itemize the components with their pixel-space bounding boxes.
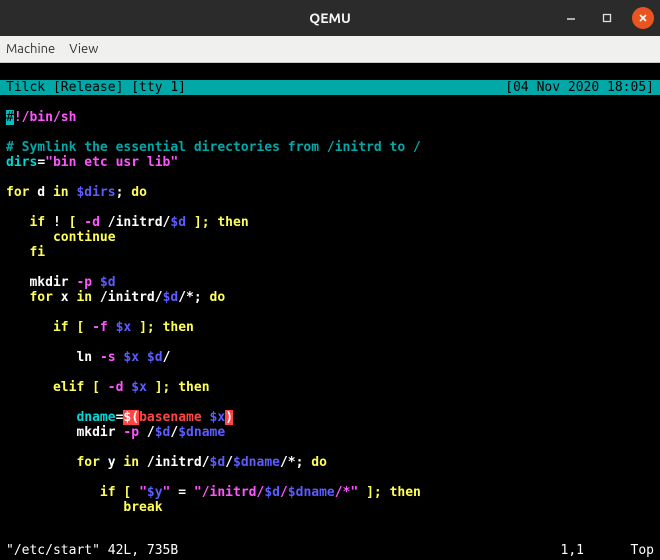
menu-view[interactable]: View (69, 42, 98, 56)
vim-statusbar: Tilck [Release] [tty 1] [04 Nov 2020 18:0… (0, 80, 660, 95)
terminal[interactable]: Tilck [Release] [tty 1] [04 Nov 2020 18:0… (0, 63, 660, 560)
status-left: Tilck [Release] [tty 1] (6, 80, 186, 95)
footer-file: "/etc/start" 42L, 735B (6, 543, 504, 558)
footer-scroll: Top (584, 543, 654, 558)
menu-machine[interactable]: Machine (6, 42, 55, 56)
footer-pos: 1,1 (504, 543, 584, 558)
menubar: Machine View (0, 36, 660, 63)
status-right: [04 Nov 2020 18:05] (505, 80, 654, 95)
window-controls (560, 7, 654, 29)
vim-footer: "/etc/start" 42L, 735B 1,1 Top (6, 543, 654, 558)
code-area: #!/bin/sh # Symlink the essential direct… (6, 110, 654, 515)
comment-line: # Symlink the essential directories from… (6, 140, 421, 155)
close-button[interactable] (632, 7, 654, 29)
maximize-button[interactable] (596, 7, 618, 29)
shebang: !/bin/sh (14, 110, 77, 125)
titlebar: QEMU (0, 0, 660, 36)
window-title: QEMU (309, 10, 351, 26)
cursor: # (6, 110, 14, 125)
minimize-button[interactable] (560, 7, 582, 29)
